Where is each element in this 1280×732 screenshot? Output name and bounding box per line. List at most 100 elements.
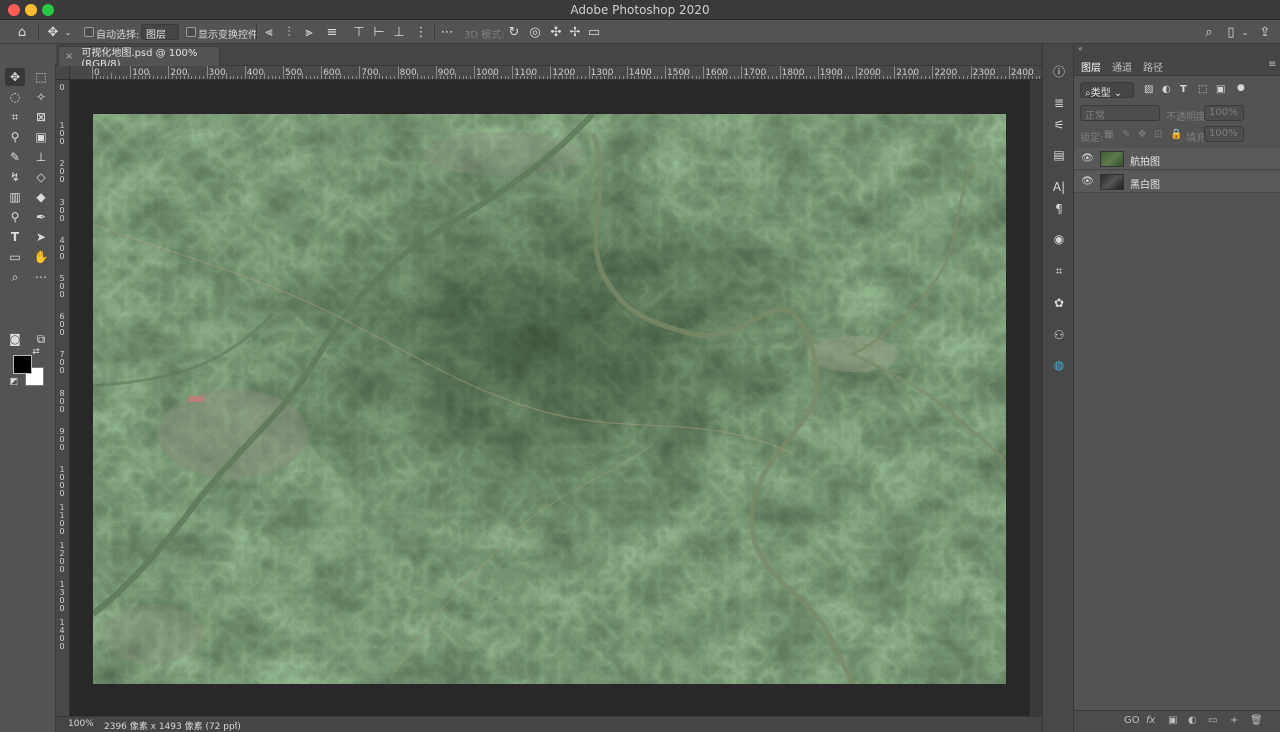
default-colors-icon[interactable]: ◩ bbox=[8, 377, 20, 387]
align-bottom-icon[interactable]: ⊥ bbox=[392, 23, 406, 41]
eye-icon[interactable]: 👁 bbox=[1081, 153, 1094, 164]
rectangle-tool-icon[interactable]: ▭ bbox=[5, 248, 25, 266]
horizontal-ruler[interactable]: 0 100 200 300 400 500 600 700 800 900 1000 1100 1200… bbox=[70, 66, 1042, 80]
navigator-icon[interactable]: ◉ bbox=[1049, 230, 1069, 248]
brush-tool-icon[interactable]: ✎ bbox=[5, 148, 25, 166]
filter-toggle-icon[interactable]: ● bbox=[1237, 83, 1245, 93]
aerial-map-image[interactable] bbox=[93, 114, 1006, 684]
fill-field[interactable]: 100% bbox=[1204, 126, 1244, 142]
new-group-icon[interactable]: ▭ bbox=[1208, 715, 1217, 726]
character-icon[interactable]: A| bbox=[1049, 178, 1069, 196]
move-tool-icon[interactable]: ✥ bbox=[44, 23, 62, 41]
blur-tool-icon[interactable]: ◆ bbox=[31, 188, 51, 206]
eyedropper-tool-icon[interactable]: ⚲ bbox=[5, 128, 25, 146]
stamp-icon[interactable]: ⚇ bbox=[1049, 326, 1069, 344]
more-options-icon[interactable]: ⋯ bbox=[440, 23, 454, 41]
add-mask-icon[interactable]: ▣ bbox=[1168, 715, 1177, 726]
path-selection-tool-icon[interactable]: ➤ bbox=[31, 228, 51, 246]
lock-position-icon[interactable]: ✥ bbox=[1138, 129, 1146, 140]
foreground-color-swatch[interactable] bbox=[13, 355, 32, 374]
move-tool-icon[interactable]: ✥ bbox=[5, 68, 25, 86]
filter-pixel-icon[interactable]: ▨ bbox=[1144, 84, 1153, 95]
filter-shape-icon[interactable]: ⬚ bbox=[1198, 84, 1207, 95]
hand-tool-icon[interactable]: ✋ bbox=[31, 248, 51, 266]
zoom-tool-icon[interactable]: ⌕ bbox=[5, 268, 25, 286]
eraser-tool-icon[interactable]: ◇ bbox=[31, 168, 51, 186]
3d-orbit-icon[interactable]: ↻ bbox=[506, 23, 522, 41]
document-tab[interactable]: × 可视化地图.psd @ 100%(RGB/8) bbox=[58, 46, 220, 70]
marquee-tool-icon[interactable]: ⬚ bbox=[31, 68, 51, 86]
gradient-tool-icon[interactable]: ▥ bbox=[5, 188, 25, 206]
pen-tool-icon[interactable]: ✒ bbox=[31, 208, 51, 226]
screen-mode-icon[interactable]: ⧉ bbox=[31, 330, 51, 348]
show-transform-checkbox[interactable] bbox=[186, 27, 196, 37]
lock-transparent-icon[interactable]: ▦ bbox=[1104, 129, 1113, 140]
brush-settings-icon[interactable]: ≣ bbox=[1049, 94, 1069, 112]
eye-icon[interactable]: 👁 bbox=[1081, 176, 1094, 187]
adjustment-layer-icon[interactable]: ◐ bbox=[1188, 715, 1197, 726]
3d-slide-icon[interactable]: ✢ bbox=[567, 23, 583, 41]
tab-layers[interactable]: 图层 bbox=[1081, 59, 1101, 74]
align-left-icon[interactable]: ⫷ bbox=[262, 23, 276, 41]
frame-tool-icon[interactable]: ⊠ bbox=[31, 108, 51, 126]
crop-tool-icon[interactable]: ⌗ bbox=[5, 108, 25, 126]
edit-toolbar-icon[interactable]: ⋯ bbox=[31, 268, 51, 286]
panel-menu-icon[interactable]: ≡ bbox=[1268, 59, 1276, 70]
layer-filter-kind-dropdown[interactable]: ⌕类型 ⌄ bbox=[1080, 82, 1134, 99]
status-menu-arrow[interactable]: › bbox=[234, 719, 238, 729]
collapse-panel-icon[interactable]: « bbox=[1078, 44, 1083, 53]
layer-style-icon[interactable]: fx bbox=[1146, 715, 1155, 726]
3d-sphere-icon[interactable]: ◍ bbox=[1049, 356, 1069, 374]
3d-roll-icon[interactable]: ◎ bbox=[527, 23, 543, 41]
lasso-tool-icon[interactable]: ◌ bbox=[5, 88, 25, 106]
filter-adjustment-icon[interactable]: ◐ bbox=[1162, 84, 1171, 95]
close-document-icon[interactable]: × bbox=[65, 51, 73, 62]
home-icon[interactable]: ⌂ bbox=[12, 23, 32, 41]
info-icon[interactable]: ⓘ bbox=[1049, 62, 1069, 80]
workspace-icon[interactable]: ▯ bbox=[1222, 23, 1240, 41]
paragraph-icon[interactable]: ¶ bbox=[1049, 200, 1069, 218]
healing-brush-tool-icon[interactable]: ▣ bbox=[31, 128, 51, 146]
vertical-ruler[interactable]: 0 100 200 300 400 500 600 700 800 900 1000 1100 1200… bbox=[56, 80, 70, 716]
search-icon[interactable]: ⌕ bbox=[1200, 23, 1218, 41]
chevron-down-icon[interactable]: ⌄ bbox=[63, 23, 73, 41]
vertical-scrollbar[interactable] bbox=[1030, 80, 1042, 716]
link-layers-icon[interactable]: GO bbox=[1124, 715, 1140, 726]
quick-mask-icon[interactable]: ◙ bbox=[5, 330, 25, 348]
align-top-icon[interactable]: ⊤ bbox=[352, 23, 366, 41]
align-middle-icon[interactable]: ⊢ bbox=[372, 23, 386, 41]
libraries-icon[interactable]: ▤ bbox=[1049, 146, 1069, 164]
tab-channels[interactable]: 通道 bbox=[1112, 59, 1132, 74]
type-tool-icon[interactable]: T bbox=[5, 228, 25, 246]
3d-camera-icon[interactable]: ▭ bbox=[586, 23, 602, 41]
magic-wand-tool-icon[interactable]: ✧ bbox=[31, 88, 51, 106]
blend-mode-dropdown[interactable]: 正常 bbox=[1080, 105, 1160, 122]
3d-pan-icon[interactable]: ✣ bbox=[548, 23, 564, 41]
plugins-icon[interactable]: ✿ bbox=[1049, 294, 1069, 312]
clone-stamp-tool-icon[interactable]: ⊥ bbox=[31, 148, 51, 166]
filter-type-icon[interactable]: T bbox=[1180, 84, 1187, 95]
canvas-area[interactable] bbox=[70, 80, 1030, 716]
tab-paths[interactable]: 路径 bbox=[1143, 59, 1163, 74]
history-brush-tool-icon[interactable]: ↯ bbox=[5, 168, 25, 186]
adjustments-icon[interactable]: ⚟ bbox=[1049, 116, 1069, 134]
zoom-level[interactable]: 100% bbox=[68, 719, 94, 729]
auto-select-target-dropdown[interactable]: 图层 ⌄ bbox=[141, 24, 179, 52]
ruler-corner[interactable] bbox=[56, 66, 70, 80]
distribute-icon[interactable]: ≡ bbox=[324, 23, 340, 41]
distribute-vertical-icon[interactable]: ⋮ bbox=[414, 23, 428, 41]
delete-layer-icon[interactable]: 🗑 bbox=[1250, 715, 1263, 726]
align-center-icon[interactable]: ⫶ bbox=[282, 23, 296, 41]
new-layer-icon[interactable]: + bbox=[1230, 715, 1238, 726]
lock-artboard-icon[interactable]: ⊡ bbox=[1154, 129, 1162, 140]
dodge-tool-icon[interactable]: ⚲ bbox=[5, 208, 25, 226]
filter-smart-object-icon[interactable]: ▣ bbox=[1216, 84, 1225, 95]
opacity-field[interactable]: 100% bbox=[1204, 105, 1244, 121]
layer-row-bw[interactable]: 👁 黑白图 bbox=[1074, 171, 1280, 193]
layer-row-aerial[interactable]: 👁 航拍图 bbox=[1074, 148, 1280, 170]
workspace-chevron-icon[interactable]: ⌄ bbox=[1240, 23, 1250, 41]
lock-all-icon[interactable]: 🔒 bbox=[1170, 129, 1182, 140]
crop-panel-icon[interactable]: ⌗ bbox=[1049, 262, 1069, 280]
lock-image-icon[interactable]: ✎ bbox=[1122, 129, 1130, 140]
share-icon[interactable]: ⇪ bbox=[1256, 23, 1274, 41]
